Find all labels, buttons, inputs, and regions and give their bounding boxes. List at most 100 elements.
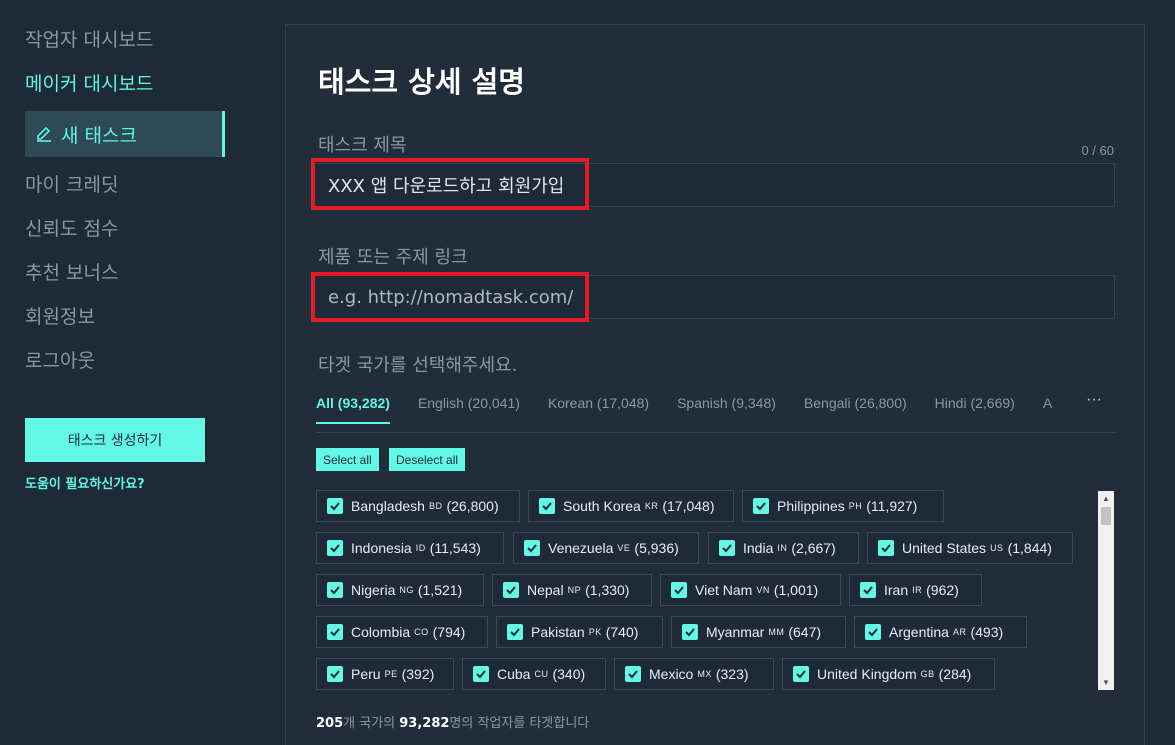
checkbox-checked-icon[interactable]	[793, 666, 809, 682]
nav-trust-score[interactable]: 신뢰도 점수	[25, 214, 118, 241]
country-worker-count: (740)	[605, 624, 639, 640]
checkbox-checked-icon[interactable]	[503, 582, 519, 598]
summary-worker-count: 93,282	[399, 716, 450, 731]
country-name: Argentina	[889, 624, 949, 640]
country-name: Pakistan	[531, 624, 585, 640]
nav-worker-dashboard[interactable]: 작업자 대시보드	[25, 25, 153, 52]
country-code: VE	[617, 543, 631, 553]
checkbox-checked-icon[interactable]	[865, 624, 881, 640]
country-worker-count: (340)	[552, 666, 586, 682]
country-name: Viet Nam	[695, 582, 753, 598]
country-name: Nepal	[527, 582, 564, 598]
country-code: BD	[428, 501, 443, 511]
country-name: Peru	[351, 666, 381, 682]
checkbox-checked-icon[interactable]	[753, 498, 769, 514]
country-worker-count: (1,521)	[417, 582, 463, 598]
country-chip[interactable]: Nepal NP (1,330)	[492, 574, 652, 606]
country-name: Nigeria	[351, 582, 396, 598]
country-worker-count: (794)	[432, 624, 466, 640]
checkbox-checked-icon[interactable]	[327, 498, 343, 514]
tab-hindi[interactable]: Hindi (2,669)	[935, 395, 1015, 422]
nav-logout[interactable]: 로그아웃	[25, 346, 95, 373]
country-code: ID	[415, 543, 426, 553]
checkbox-checked-icon[interactable]	[860, 582, 876, 598]
checkbox-checked-icon[interactable]	[671, 582, 687, 598]
country-name: Iran	[884, 582, 909, 598]
country-chip[interactable]: Mexico MX (323)	[614, 658, 774, 690]
country-name: Cuba	[497, 666, 531, 682]
nav-member-info[interactable]: 회원정보	[25, 302, 95, 329]
checkbox-checked-icon[interactable]	[327, 540, 343, 556]
tab-spanish[interactable]: Spanish (9,348)	[677, 395, 776, 422]
country-chip[interactable]: Viet Nam VN (1,001)	[660, 574, 841, 606]
char-count: 0 / 60	[1081, 143, 1114, 158]
country-worker-count: (1,001)	[773, 582, 819, 598]
tabs-more-button[interactable]: ···	[1073, 395, 1115, 423]
country-chip[interactable]: United Kingdom GB (284)	[782, 658, 995, 690]
checkbox-checked-icon[interactable]	[473, 666, 489, 682]
country-code: IR	[912, 585, 923, 595]
country-worker-count: (647)	[788, 624, 822, 640]
tab-bengali[interactable]: Bengali (26,800)	[804, 395, 907, 422]
country-chip[interactable]: United States US (1,844)	[867, 532, 1073, 564]
nav-maker-dashboard[interactable]: 메이커 대시보드	[25, 69, 153, 96]
country-chip[interactable]: Nigeria NG (1,521)	[316, 574, 484, 606]
country-chip[interactable]: Myanmar MM (647)	[671, 616, 846, 648]
country-code: NP	[567, 585, 582, 595]
checkbox-checked-icon[interactable]	[539, 498, 555, 514]
tab-more-partial[interactable]: A	[1043, 395, 1052, 422]
country-chip[interactable]: Philippines PH (11,927)	[742, 490, 944, 522]
nav-new-task-label: 새 태스크	[61, 124, 137, 147]
country-code: MX	[697, 669, 712, 679]
country-prompt: 타겟 국가를 선택해주세요.	[318, 355, 518, 376]
country-worker-count: (1,330)	[585, 582, 630, 598]
country-code: KR	[644, 501, 659, 511]
checkbox-checked-icon[interactable]	[327, 582, 343, 598]
link-label: 제품 또는 주제 링크	[318, 247, 468, 268]
checkbox-checked-icon[interactable]	[327, 666, 343, 682]
link-input[interactable]	[313, 275, 1115, 319]
country-chip[interactable]: Argentina AR (493)	[854, 616, 1027, 648]
scroll-down-arrow[interactable]: ▼	[1102, 678, 1110, 687]
tab-korean[interactable]: Korean (17,048)	[548, 395, 649, 422]
checkbox-checked-icon[interactable]	[625, 666, 641, 682]
nav-my-credit[interactable]: 마이 크레딧	[25, 170, 118, 197]
country-chip[interactable]: Peru PE (392)	[316, 658, 454, 690]
deselect-all-button[interactable]: Deselect all	[389, 448, 466, 471]
checkbox-checked-icon[interactable]	[507, 624, 523, 640]
country-chip[interactable]: Pakistan PK (740)	[496, 616, 663, 648]
scroll-up-arrow[interactable]: ▲	[1102, 494, 1110, 503]
checkbox-checked-icon[interactable]	[878, 540, 894, 556]
country-name: Venezuela	[548, 540, 614, 556]
checkbox-checked-icon[interactable]	[719, 540, 735, 556]
country-code: PH	[848, 501, 863, 511]
scroll-thumb[interactable]	[1101, 507, 1111, 525]
country-chip[interactable]: Venezuela VE (5,936)	[513, 532, 699, 564]
tab-all[interactable]: All (93,282)	[316, 395, 390, 424]
help-link[interactable]: 도움이 필요하신가요?	[25, 473, 145, 492]
country-chip[interactable]: Iran IR (962)	[849, 574, 982, 606]
task-title-input[interactable]	[313, 163, 1115, 207]
create-task-button[interactable]: 태스크 생성하기	[25, 418, 205, 462]
country-list-scrollbar[interactable]: ▲ ▼	[1098, 491, 1114, 690]
checkbox-checked-icon[interactable]	[327, 624, 343, 640]
country-name: South Korea	[563, 498, 641, 514]
country-name: Indonesia	[351, 540, 412, 556]
task-detail-panel: 태스크 상세 설명 태스크 제목 0 / 60 제품 또는 주제 링크 타겟 국…	[285, 24, 1145, 745]
select-all-button[interactable]: Select all	[316, 448, 379, 471]
checkbox-checked-icon[interactable]	[682, 624, 698, 640]
country-chip[interactable]: Cuba CU (340)	[462, 658, 606, 690]
summary-country-count: 205	[316, 716, 344, 731]
country-chip[interactable]: Indonesia ID (11,543)	[316, 532, 504, 564]
country-chip[interactable]: South Korea KR (17,048)	[528, 490, 734, 522]
country-chip[interactable]: Colombia CO (794)	[316, 616, 488, 648]
country-chip[interactable]: Bangladesh BD (26,800)	[316, 490, 520, 522]
country-code: US	[990, 543, 1004, 553]
summary-text2: 명의 작업자를 타겟합니다	[449, 716, 590, 731]
tab-english[interactable]: English (20,041)	[418, 395, 520, 422]
country-chip[interactable]: India IN (2,667)	[708, 532, 859, 564]
nav-referral-bonus[interactable]: 추천 보너스	[25, 258, 118, 285]
country-code: IN	[777, 543, 788, 553]
nav-new-task[interactable]: 새 태스크	[25, 111, 225, 157]
checkbox-checked-icon[interactable]	[524, 540, 540, 556]
